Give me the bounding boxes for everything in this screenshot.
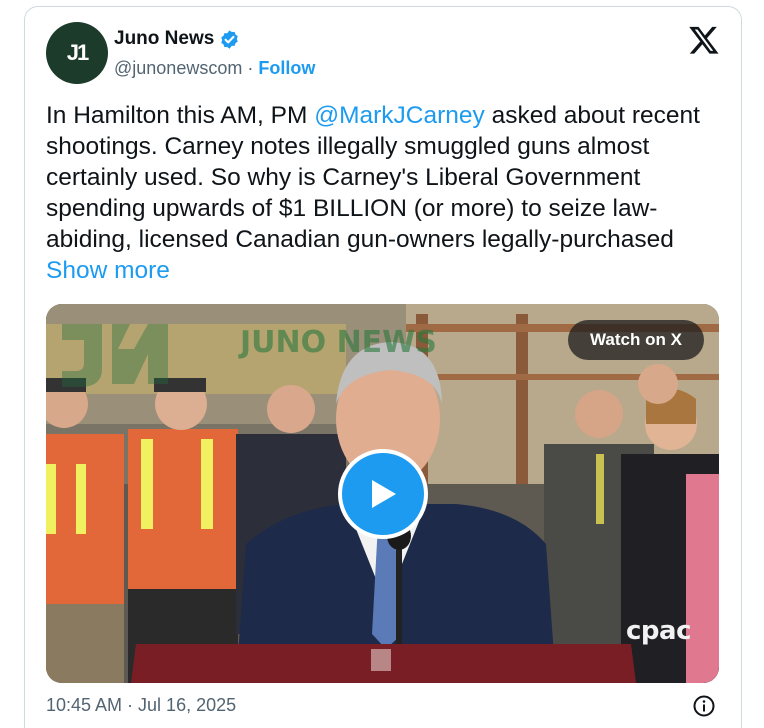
info-icon[interactable]	[692, 694, 716, 718]
avatar[interactable]: J1	[46, 22, 108, 84]
play-icon	[372, 480, 396, 508]
follow-button[interactable]: Follow	[258, 58, 315, 79]
juno-watermark-icon	[62, 324, 168, 387]
show-more-link[interactable]: Show more	[46, 257, 170, 284]
timestamp[interactable]: 10:45 AM · Jul 16, 2025	[46, 695, 236, 716]
avatar-logo-text: J1	[66, 40, 90, 65]
verified-badge-icon	[221, 29, 239, 49]
watermark-logo	[52, 314, 252, 399]
x-logo-icon[interactable]	[688, 24, 720, 56]
watermark-text: JUNO NEWS	[240, 325, 437, 360]
mention-link[interactable]: @MarkJCarney	[314, 102, 485, 129]
play-button[interactable]	[338, 449, 428, 539]
tweet-text-start: In Hamilton this AM, PM	[46, 102, 315, 129]
name-row: Juno News	[114, 28, 240, 50]
separator: ·	[247, 58, 254, 78]
handle-row: @junonewscom · Follow	[114, 58, 315, 79]
cpac-logo: cpac	[626, 616, 691, 646]
video-player[interactable]: JUNO NEWS Watch on X cpac	[46, 304, 719, 683]
handle[interactable]: @junonewscom	[114, 58, 242, 79]
watch-on-x-button[interactable]: Watch on X	[568, 320, 704, 360]
tweet-text: In Hamilton this AM, PM @MarkJCarney ask…	[46, 100, 726, 286]
display-name[interactable]: Juno News	[114, 28, 214, 50]
